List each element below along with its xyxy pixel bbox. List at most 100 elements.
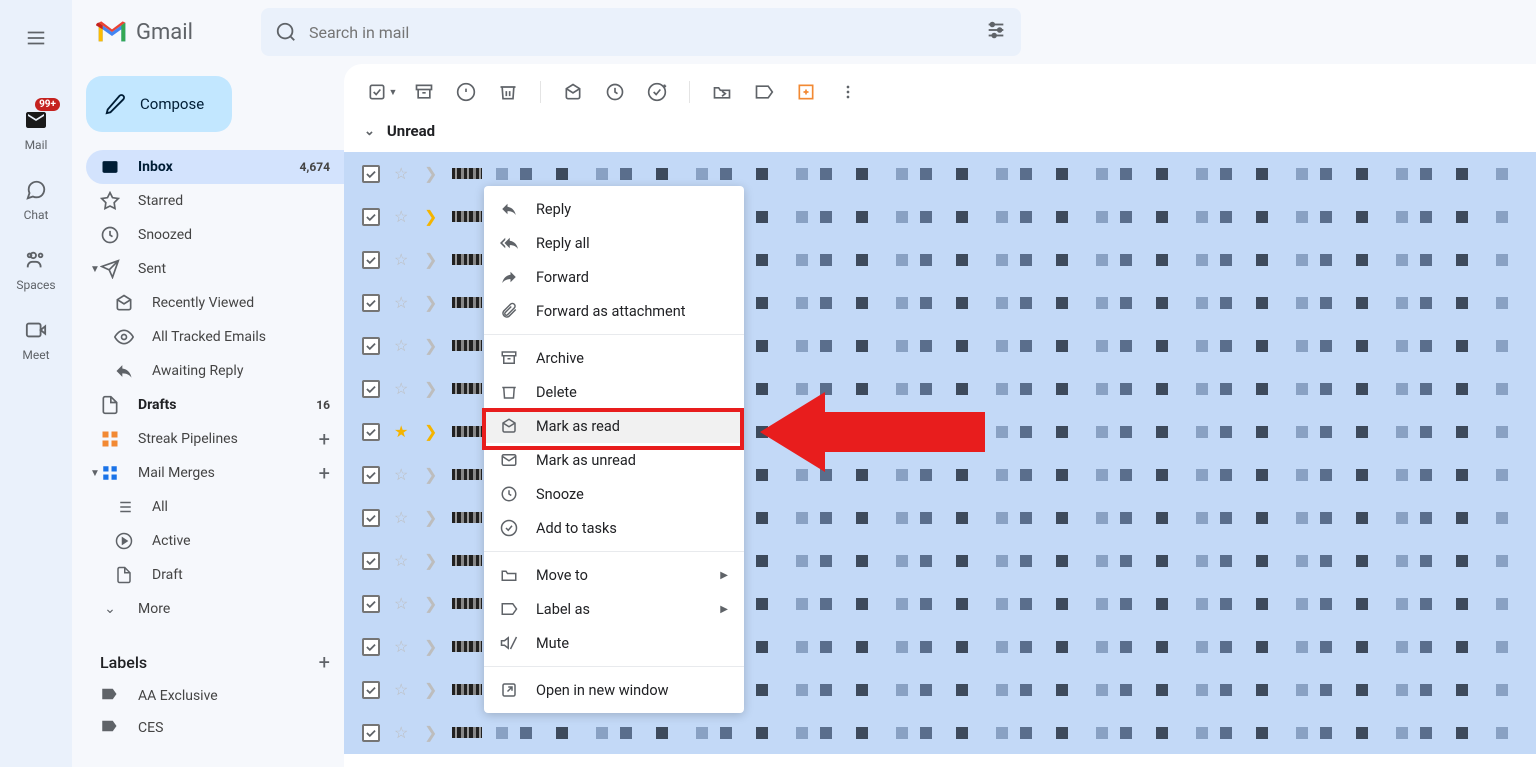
add-icon[interactable]: + [319,461,330,485]
star-icon[interactable]: ☆ [394,379,414,398]
star-icon[interactable]: ☆ [394,594,414,613]
nav-mail-merges[interactable]: ▼ Mail Merges + [86,456,344,490]
trash-icon [500,383,520,401]
main-menu-button[interactable] [16,18,56,58]
importance-icon[interactable]: ❯ [424,293,442,312]
chevron-down-icon: ⌄ [100,601,120,617]
star-icon[interactable]: ☆ [394,551,414,570]
select-all-checkbox[interactable]: ▼ [364,74,400,110]
report-spam-button[interactable] [448,74,484,110]
importance-icon[interactable]: ❯ [424,250,442,269]
star-icon[interactable]: ☆ [394,164,414,183]
context-menu: Reply Reply all Forward Forward as attac… [484,186,744,713]
mail-row[interactable]: ☆❯ [344,711,1536,754]
ctx-forward-attachment[interactable]: Forward as attachment [484,294,744,328]
mail-badge: 99+ [35,98,60,111]
ctx-forward[interactable]: Forward [484,260,744,294]
archive-button[interactable] [406,74,442,110]
importance-icon[interactable]: ❯ [424,207,442,226]
open-window-icon [500,681,520,699]
add-to-tasks-button[interactable] [639,74,675,110]
labels-header: Labels + [86,650,344,674]
search-options-button[interactable] [985,19,1007,45]
importance-icon[interactable]: ❯ [424,164,442,183]
importance-icon[interactable]: ❯ [424,594,442,613]
star-icon[interactable]: ☆ [394,637,414,656]
search-input[interactable] [309,23,985,42]
star-icon[interactable]: ☆ [394,207,414,226]
ctx-snooze[interactable]: Snooze [484,477,744,511]
star-icon[interactable]: ★ [394,422,414,441]
ctx-move-to[interactable]: Move to▶ [484,558,744,592]
section-unread[interactable]: ⌄ Unread [344,120,1536,152]
nav-rail: 99+ Mail Chat Spaces Meet [0,0,72,767]
nav-snoozed[interactable]: Snoozed [86,218,344,252]
ctx-mark-as-read[interactable]: Mark as read [484,409,744,443]
mail-open-icon [114,293,134,313]
labels-button[interactable] [746,74,782,110]
importance-icon[interactable]: ❯ [424,336,442,355]
nav-awaiting-reply[interactable]: Awaiting Reply [86,354,344,388]
mark-read-button[interactable] [555,74,591,110]
importance-icon[interactable]: ❯ [424,637,442,656]
ctx-reply[interactable]: Reply [484,192,744,226]
ctx-open-new-window[interactable]: Open in new window [484,673,744,707]
nav-all-tracked[interactable]: All Tracked Emails [86,320,344,354]
importance-icon[interactable]: ❯ [424,680,442,699]
nav-inbox[interactable]: Inbox 4,674 [86,150,344,184]
eye-icon [114,327,134,347]
sidebar: Compose Inbox 4,674 Starred Snoozed ▼ Se… [72,64,344,767]
nav-merge-active[interactable]: Active [86,524,344,558]
nav-recently-viewed[interactable]: Recently Viewed [86,286,344,320]
chevron-down-icon: ⌄ [364,124,375,139]
star-icon[interactable]: ☆ [394,293,414,312]
search-bar[interactable] [261,8,1021,56]
ctx-delete[interactable]: Delete [484,375,744,409]
importance-icon[interactable]: ❯ [424,723,442,742]
ctx-label-as[interactable]: Label as▶ [484,592,744,626]
label-aa-exclusive[interactable]: AA Exclusive [86,680,344,712]
compose-button[interactable]: Compose [86,76,232,132]
star-icon[interactable]: ☆ [394,508,414,527]
nav-drafts[interactable]: Drafts 16 [86,388,344,422]
ctx-mute[interactable]: Mute [484,626,744,660]
importance-icon[interactable]: ❯ [424,508,442,527]
ctx-archive[interactable]: Archive [484,341,744,375]
archive-icon [500,349,520,367]
star-icon[interactable]: ☆ [394,250,414,269]
delete-button[interactable] [490,74,526,110]
star-icon[interactable]: ☆ [394,465,414,484]
importance-icon[interactable]: ❯ [424,551,442,570]
nav-starred[interactable]: Starred [86,184,344,218]
nav-streak[interactable]: Streak Pipelines + [86,422,344,456]
star-icon[interactable]: ☆ [394,680,414,699]
rail-meet[interactable]: Meet [6,306,66,376]
ctx-mark-as-unread[interactable]: Mark as unread [484,443,744,477]
nav-sent[interactable]: ▼ Sent [86,252,344,286]
more-button[interactable] [830,74,866,110]
nav-more[interactable]: ⌄ More [86,592,344,626]
star-icon[interactable]: ☆ [394,723,414,742]
star-icon[interactable]: ☆ [394,336,414,355]
move-to-button[interactable] [704,74,740,110]
add-icon[interactable]: + [319,427,330,451]
gmail-logo[interactable]: Gmail [96,20,193,45]
ctx-reply-all[interactable]: Reply all [484,226,744,260]
add-label-button[interactable]: + [319,650,330,674]
rail-chat[interactable]: Chat [6,166,66,236]
label-ces[interactable]: CES [86,712,344,744]
rail-mail[interactable]: 99+ Mail [6,96,66,166]
file-icon [114,566,134,584]
nav-merge-all[interactable]: All [86,490,344,524]
importance-icon[interactable]: ❯ [424,379,442,398]
pencil-icon [104,93,126,115]
importance-icon[interactable]: ❯ [424,465,442,484]
rail-spaces[interactable]: Spaces [6,236,66,306]
sent-icon [100,259,120,279]
snooze-button[interactable] [597,74,633,110]
importance-icon[interactable]: ❯ [424,422,442,441]
streak-box-button[interactable] [788,74,824,110]
ctx-add-to-tasks[interactable]: Add to tasks [484,511,744,545]
nav-merge-draft[interactable]: Draft [86,558,344,592]
label-icon [100,685,120,707]
